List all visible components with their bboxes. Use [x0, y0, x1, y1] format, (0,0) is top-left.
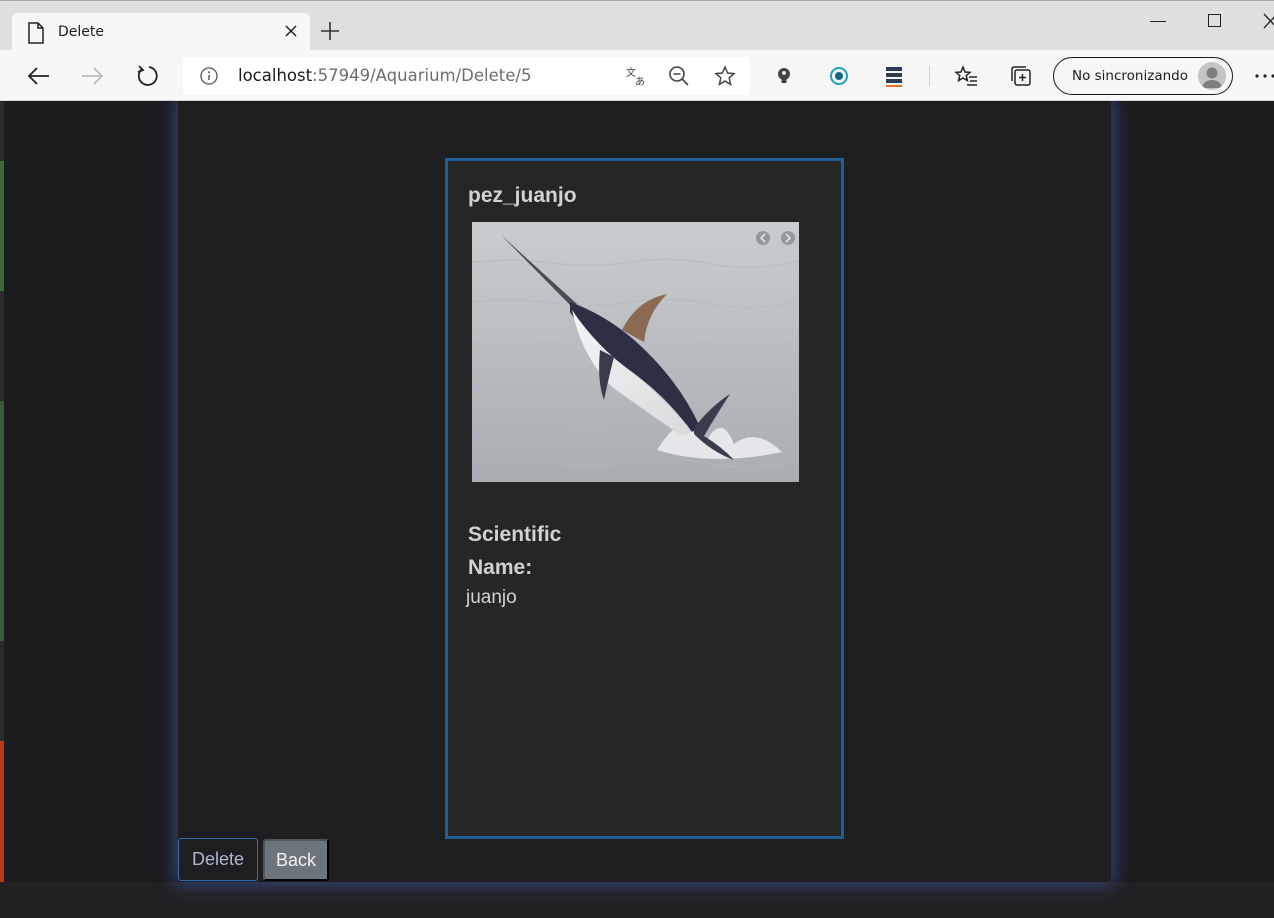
sync-status-label: No sincronizando — [1072, 68, 1188, 84]
collections-icon[interactable] — [1008, 63, 1034, 89]
fish-name-title: pez_juanjo — [468, 184, 577, 207]
browser-toolbar: localhost:57949/Aquarium/Delete/5 文あ No … — [0, 50, 1274, 101]
minimize-button[interactable] — [1150, 21, 1166, 22]
address-bar[interactable]: localhost:57949/Aquarium/Delete/5 文あ — [183, 57, 750, 95]
url-path: :57949/Aquarium/Delete/5 — [312, 66, 532, 85]
window-close-icon[interactable] — [1263, 13, 1274, 34]
close-icon[interactable] — [284, 24, 298, 43]
more-options-icon[interactable] — [1252, 63, 1274, 89]
profile-sync-button[interactable]: No sincronizando — [1053, 57, 1233, 95]
toolbar-separator — [929, 66, 930, 86]
main-content-panel: pez_juanjo Scientific Name: juanjo Delet… — [178, 101, 1111, 882]
favorite-star-icon[interactable] — [712, 63, 738, 89]
target-extension-icon[interactable] — [826, 63, 852, 89]
swordfish-image — [472, 222, 799, 482]
svg-text:あ: あ — [635, 76, 645, 87]
url-host: localhost — [238, 66, 313, 85]
stack-extension-icon[interactable] — [881, 63, 907, 89]
forward-arrow-icon[interactable] — [80, 63, 106, 89]
plus-icon[interactable] — [320, 21, 340, 46]
browser-title-bar: Delete — [0, 0, 1274, 53]
fish-photo-carousel[interactable] — [472, 222, 799, 482]
background-window-edge — [0, 101, 4, 918]
back-arrow-icon[interactable] — [25, 63, 51, 89]
zoom-out-icon[interactable] — [666, 63, 692, 89]
profile-avatar-icon — [1198, 62, 1226, 90]
page-viewport: pez_juanjo Scientific Name: juanjo Delet… — [0, 101, 1274, 918]
carousel-prev-icon[interactable] — [756, 231, 770, 245]
translate-icon[interactable]: 文あ — [623, 63, 649, 89]
fish-details-card: pez_juanjo Scientific Name: juanjo — [445, 158, 844, 839]
back-button[interactable]: Back — [263, 839, 329, 881]
carousel-next-icon[interactable] — [781, 231, 795, 245]
scientific-name-label: Scientific Name: — [468, 523, 562, 579]
delete-button[interactable]: Delete — [178, 838, 258, 881]
page-footer-band — [0, 882, 1274, 918]
browser-tab[interactable]: Delete — [12, 13, 310, 53]
url-text[interactable]: localhost:57949/Aquarium/Delete/5 — [238, 66, 531, 85]
info-icon[interactable] — [200, 67, 218, 90]
page-icon — [27, 22, 45, 49]
scientific-name-value: juanjo — [466, 587, 517, 608]
favorites-list-icon[interactable] — [953, 63, 979, 89]
maximize-button[interactable] — [1208, 14, 1221, 27]
refresh-icon[interactable] — [135, 63, 161, 89]
lightbulb-extension-icon[interactable] — [771, 63, 797, 89]
tab-title: Delete — [58, 24, 104, 40]
